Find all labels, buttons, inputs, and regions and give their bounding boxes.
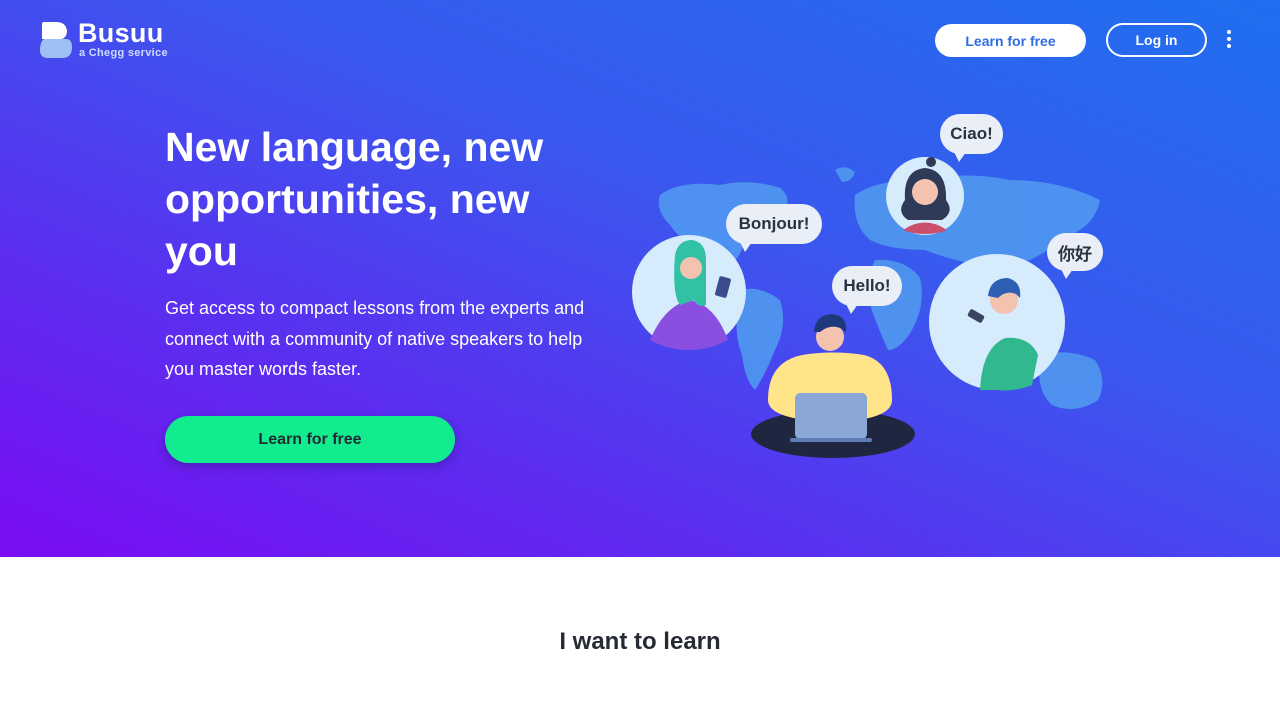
header-learn-for-free-button[interactable]: Learn for free: [935, 24, 1086, 57]
more-vertical-icon[interactable]: [1222, 30, 1236, 50]
logo-tagline: a Chegg service: [79, 47, 168, 59]
speech-bubble-ciao: Ciao!: [940, 114, 1003, 162]
busuu-logo-icon: [40, 22, 72, 58]
hero-learn-for-free-button[interactable]: Learn for free: [165, 416, 455, 463]
speech-bubble-bonjour: Bonjour!: [726, 204, 822, 252]
speech-bubble-nihao: 你好: [1047, 233, 1103, 279]
logo-wordmark: Busuu: [78, 18, 164, 48]
community-illustration: Ciao! Bonjour! Hello! 你好: [620, 100, 1120, 470]
busuu-logo[interactable]: Busuu a Chegg service: [40, 18, 180, 62]
speech-bubble-hello: Hello!: [832, 266, 902, 314]
login-button[interactable]: Log in: [1106, 23, 1207, 57]
i-want-to-learn-heading: I want to learn: [559, 628, 721, 655]
hero-headline: New language, new opportunities, new you: [165, 124, 544, 274]
hero-subtext: Get access to compact lessons from the e…: [165, 298, 585, 379]
hero-section: Busuu a Chegg service Learn for free Log…: [0, 0, 1280, 557]
